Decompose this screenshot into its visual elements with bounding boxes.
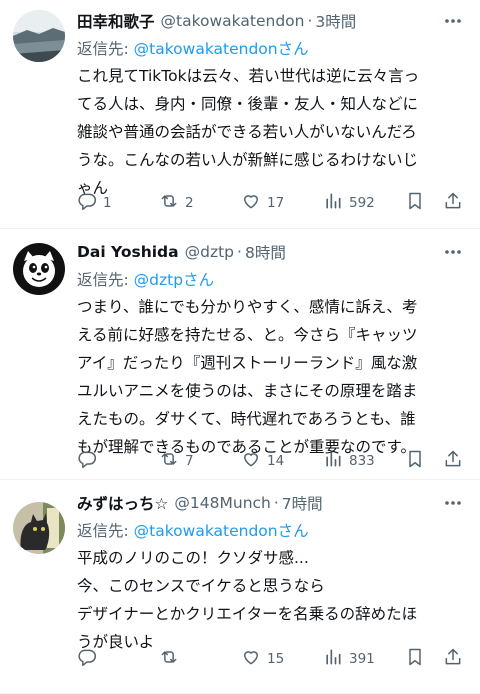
tweet-header: 田幸和歌子 @takowakatendon · 3時間 xyxy=(77,8,460,34)
reply-icon xyxy=(77,647,97,671)
like-count: 14 xyxy=(267,453,285,469)
action-bar: 1 2 17 592 xyxy=(77,190,466,216)
repost-count: 2 xyxy=(185,195,194,211)
share-button[interactable] xyxy=(443,448,463,474)
reply-to-link[interactable]: @dztpさん xyxy=(134,271,214,289)
repost-icon xyxy=(159,191,179,215)
tweet-text-line: 今、このセンスでイケると思うなら xyxy=(77,577,325,595)
share-icon xyxy=(443,191,463,215)
reply-to-link[interactable]: @takowakatendonさん xyxy=(134,40,309,58)
repost-icon xyxy=(159,647,179,671)
reply-context: 返信先: @takowakatendonさん xyxy=(77,519,309,541)
reply-prefix: 返信先: xyxy=(77,522,134,540)
timestamp[interactable]: 3時間 xyxy=(315,10,356,32)
user-handle[interactable]: @dztp xyxy=(185,243,234,261)
reply-icon xyxy=(77,449,97,473)
like-count: 17 xyxy=(267,195,285,211)
like-count: 15 xyxy=(267,651,285,667)
tweet-text-line: てる人は、身内・同僚・後輩・友人・知人などに xyxy=(77,95,419,113)
user-handle[interactable]: @148Munch xyxy=(174,494,270,512)
reply-context: 返信先: @takowakatendonさん xyxy=(77,37,309,59)
views-count: 833 xyxy=(349,453,375,469)
views-count: 592 xyxy=(349,195,375,211)
share-icon xyxy=(443,647,463,671)
tweet-text-line: 平成のノリのこの！クソダサ感... xyxy=(77,549,309,567)
reply-prefix: 返信先: xyxy=(77,40,134,58)
timestamp[interactable]: 8時間 xyxy=(245,241,286,263)
tweet-text-line: つまり、誰にでも分かりやすく、感情に訴え、考 xyxy=(77,298,418,316)
display-name[interactable]: 田幸和歌子 xyxy=(77,10,155,32)
tweet-header: みずはっち☆ @148Munch · 7時間 xyxy=(77,490,460,516)
tweet-text: 平成のノリのこの！クソダサ感... 今、このセンスでイケると思うなら デザイナー… xyxy=(77,544,464,656)
heart-icon xyxy=(241,647,261,671)
repost-count: 7 xyxy=(185,453,194,469)
separator-dot: · xyxy=(273,494,279,512)
avatar-landscape[interactable] xyxy=(13,10,65,62)
separator-dot: · xyxy=(237,243,242,261)
repost-button[interactable]: 2 xyxy=(159,190,194,216)
tweet-text-line: アイ』だったり『週刊ストーリーランド』風な激 xyxy=(77,354,418,372)
reply-to-link[interactable]: @takowakatendonさん xyxy=(134,522,309,540)
action-bar: 7 14 833 xyxy=(77,448,466,474)
display-name[interactable]: みずはっち☆ xyxy=(77,492,168,514)
reply-button[interactable]: 1 xyxy=(77,190,112,216)
separator-dot: · xyxy=(307,12,313,30)
views-button[interactable]: 833 xyxy=(323,448,375,474)
tweet-text: これ見てTikTokは云々、若い世代は逆に云々言っ てる人は、身内・同僚・後輩・… xyxy=(77,62,464,202)
more-options-icon[interactable] xyxy=(440,490,466,516)
bookmark-button[interactable] xyxy=(405,646,425,672)
like-button[interactable]: 15 xyxy=(241,646,284,672)
tweet-2[interactable]: Dai Yoshida @dztp · 8時間 返信先: @dztpさん つまり… xyxy=(0,229,480,480)
tweet-header: Dai Yoshida @dztp · 8時間 xyxy=(77,239,460,265)
views-button[interactable]: 391 xyxy=(323,646,375,672)
views-button[interactable]: 592 xyxy=(323,190,375,216)
heart-icon xyxy=(241,449,261,473)
action-bar: 15 391 xyxy=(77,646,466,672)
views-count: 391 xyxy=(349,651,375,667)
reply-context: 返信先: @dztpさん xyxy=(77,268,214,290)
tweet-text-line: 雑談や普通の会話ができる若い人がいないんだろ xyxy=(77,123,417,141)
bookmark-button[interactable] xyxy=(405,190,425,216)
bookmark-button[interactable] xyxy=(405,448,425,474)
bookmark-icon xyxy=(405,191,425,215)
reply-button[interactable] xyxy=(77,448,103,474)
bookmark-icon xyxy=(405,449,425,473)
repost-icon xyxy=(159,449,179,473)
tweet-text-line: える前に好感を持たせる、と。今さら『キャッツ xyxy=(77,326,418,344)
share-icon xyxy=(443,449,463,473)
tweet-text-line: デザイナーとかクリエイターを名乗るの辞めたほ xyxy=(77,605,418,623)
reply-button[interactable] xyxy=(77,646,103,672)
avatar-cat-photo[interactable] xyxy=(13,502,65,554)
reply-prefix: 返信先: xyxy=(77,271,134,289)
like-button[interactable]: 17 xyxy=(241,190,284,216)
views-icon xyxy=(323,647,343,671)
display-name[interactable]: Dai Yoshida xyxy=(77,243,179,261)
user-handle[interactable]: @takowakatendon xyxy=(161,12,305,30)
views-icon xyxy=(323,191,343,215)
more-options-icon[interactable] xyxy=(440,8,466,34)
tweet-1[interactable]: 田幸和歌子 @takowakatendon · 3時間 返信先: @takowa… xyxy=(0,0,480,229)
tweet-text-line: うな。こんなの若い人が新鮮に感じるわけないじ xyxy=(77,151,419,169)
timestamp[interactable]: 7時間 xyxy=(282,492,323,514)
share-button[interactable] xyxy=(443,190,463,216)
tweet-text-line: ユルいアニメを使うのは、まさにその原理を踏ま xyxy=(77,382,418,400)
tweet-text: つまり、誰にでも分かりやすく、感情に訴え、考 える前に好感を持たせる、と。今さら… xyxy=(77,293,464,461)
heart-icon xyxy=(241,191,261,215)
more-options-icon[interactable] xyxy=(440,239,466,265)
repost-button[interactable]: 7 xyxy=(159,448,194,474)
views-icon xyxy=(323,449,343,473)
reply-count: 1 xyxy=(103,195,112,211)
reply-icon xyxy=(77,191,97,215)
avatar-cat-cartoon[interactable] xyxy=(13,243,65,295)
tweet-3[interactable]: みずはっち☆ @148Munch · 7時間 返信先: @takowakaten… xyxy=(0,480,480,694)
share-button[interactable] xyxy=(443,646,463,672)
repost-button[interactable] xyxy=(159,646,185,672)
like-button[interactable]: 14 xyxy=(241,448,284,474)
tweet-text-line: えたもの。ダサくて、時代遅れであろうとも、誰 xyxy=(77,410,416,428)
bookmark-icon xyxy=(405,647,425,671)
tweet-text-line: これ見てTikTokは云々、若い世代は逆に云々言っ xyxy=(77,67,420,85)
